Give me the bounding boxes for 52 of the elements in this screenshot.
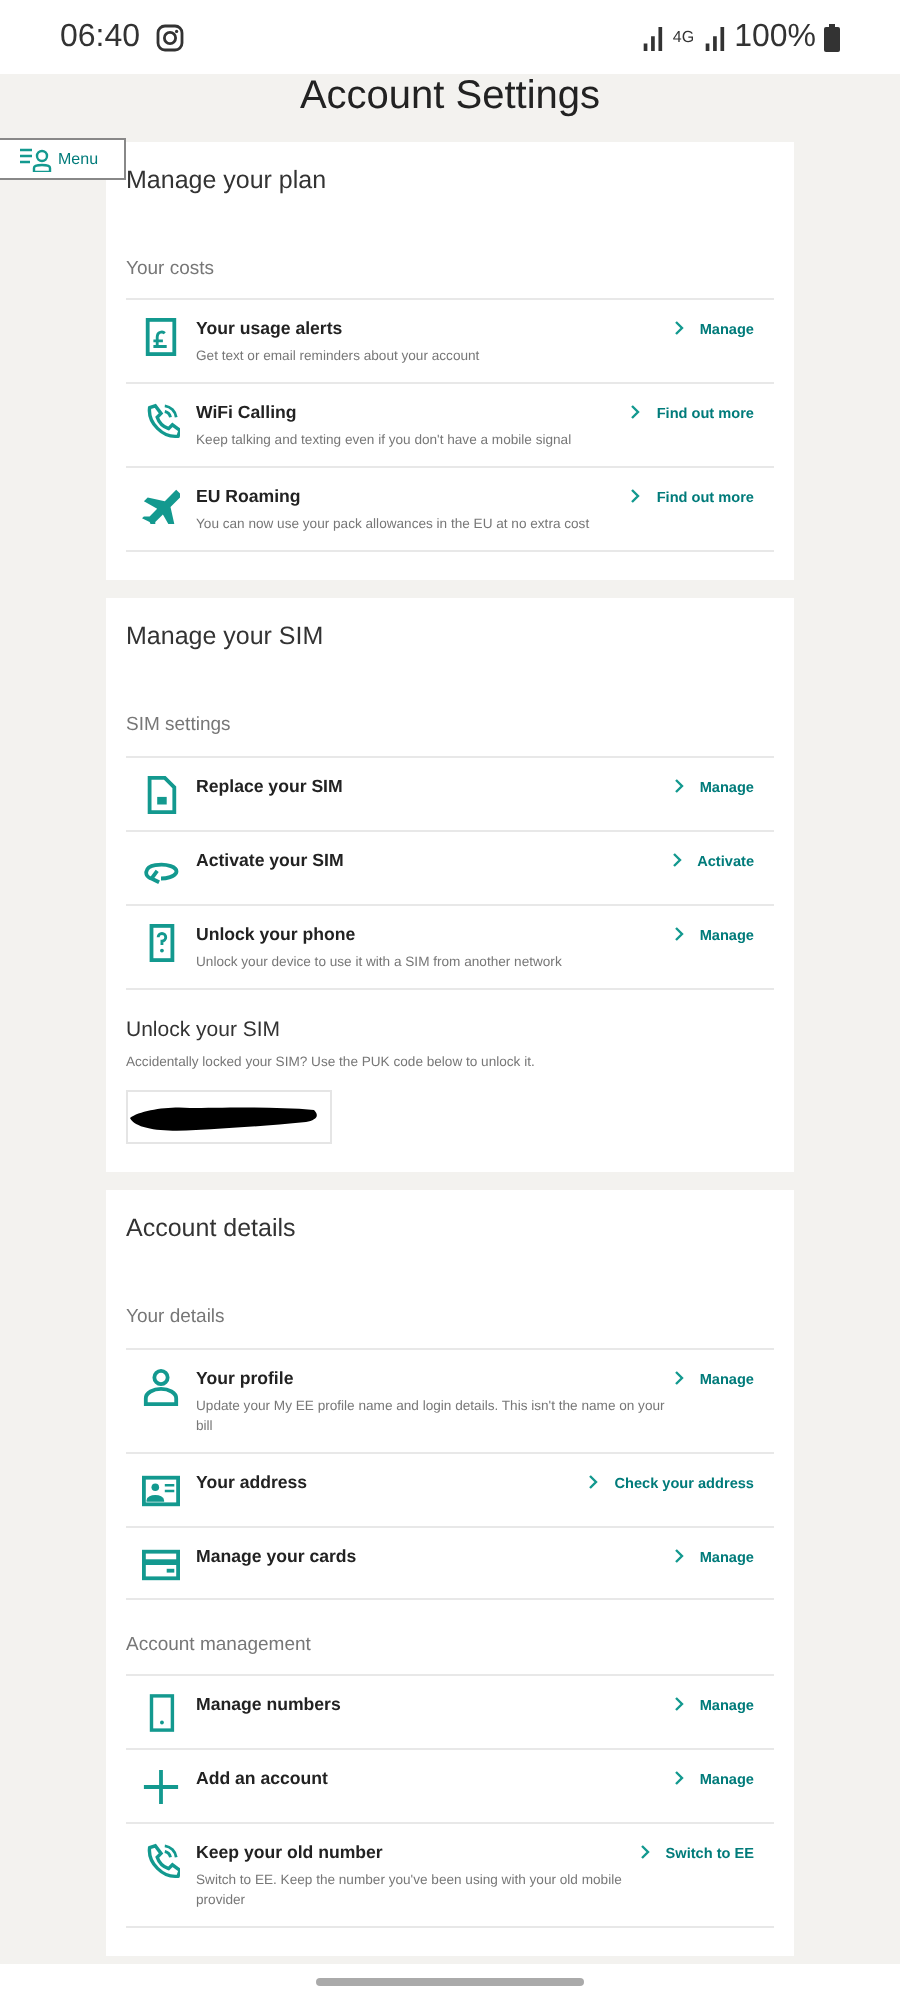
- chevron-icon: [630, 488, 641, 505]
- plane-icon: [142, 486, 180, 525]
- chevron-icon: [673, 1547, 684, 1564]
- chevron-icon: [673, 1769, 684, 1786]
- contact-card-icon: [142, 1471, 180, 1510]
- row-title: Keep your old number: [196, 1839, 385, 1864]
- row-title: Add an account: [196, 1765, 330, 1790]
- clock-time: 06:40: [60, 17, 141, 57]
- gesture-bar[interactable]: [316, 1977, 584, 1985]
- row-title: WiFi Calling: [196, 400, 299, 425]
- chevron-icon: [630, 404, 641, 421]
- row-title: Your profile: [196, 1365, 296, 1390]
- page-title: Account Settings: [297, 74, 603, 122]
- row-title: Unlock your phone: [196, 921, 358, 945]
- row-title: Manage numbers: [196, 1691, 343, 1716]
- chevron-icon: [673, 320, 684, 337]
- camera-icon: [156, 23, 185, 51]
- phone-icon: [142, 1841, 180, 1880]
- menu-button[interactable]: Menu: [0, 138, 126, 180]
- chevron-icon: [588, 1473, 599, 1490]
- chevron-icon: [639, 1843, 650, 1860]
- chevron-icon: [673, 1369, 684, 1386]
- row-title: Your address: [196, 1469, 310, 1494]
- plus-icon: [142, 1767, 180, 1806]
- battery-level: 100%: [734, 17, 816, 57]
- chevron-icon: [673, 1695, 684, 1712]
- bill-icon: [142, 318, 180, 357]
- chevron-icon: [671, 851, 682, 867]
- menu-icon: [20, 147, 52, 171]
- group-label: Your details: [126, 1304, 227, 1333]
- signal-icon: [702, 23, 727, 51]
- network-type: 4G: [672, 25, 695, 49]
- chevron-icon: [673, 777, 684, 793]
- chevron-icon: [673, 925, 684, 941]
- person-icon: [142, 1367, 180, 1406]
- group-label: Your costs: [126, 256, 217, 284]
- section-heading: Unlock your SIM: [126, 1015, 283, 1045]
- row-title: Manage your cards: [196, 1543, 359, 1568]
- row-title: Replace your SIM: [196, 773, 345, 797]
- phone-icon: [142, 402, 180, 441]
- card-heading: Account details: [126, 1214, 298, 1245]
- sim-card-icon: [142, 775, 180, 813]
- battery-icon: [824, 23, 840, 51]
- signal-icon: [640, 23, 665, 51]
- card-heading: Manage your plan: [126, 166, 329, 196]
- card-heading: Manage your SIM: [126, 622, 326, 653]
- row-title: EU Roaming: [196, 484, 303, 509]
- group-label: SIM settings: [126, 712, 233, 741]
- group-label: Account management: [126, 1631, 313, 1660]
- row-title: Your usage alerts: [196, 316, 345, 341]
- row-title: Activate your SIM: [196, 847, 346, 871]
- credit-card-icon: [142, 1545, 180, 1584]
